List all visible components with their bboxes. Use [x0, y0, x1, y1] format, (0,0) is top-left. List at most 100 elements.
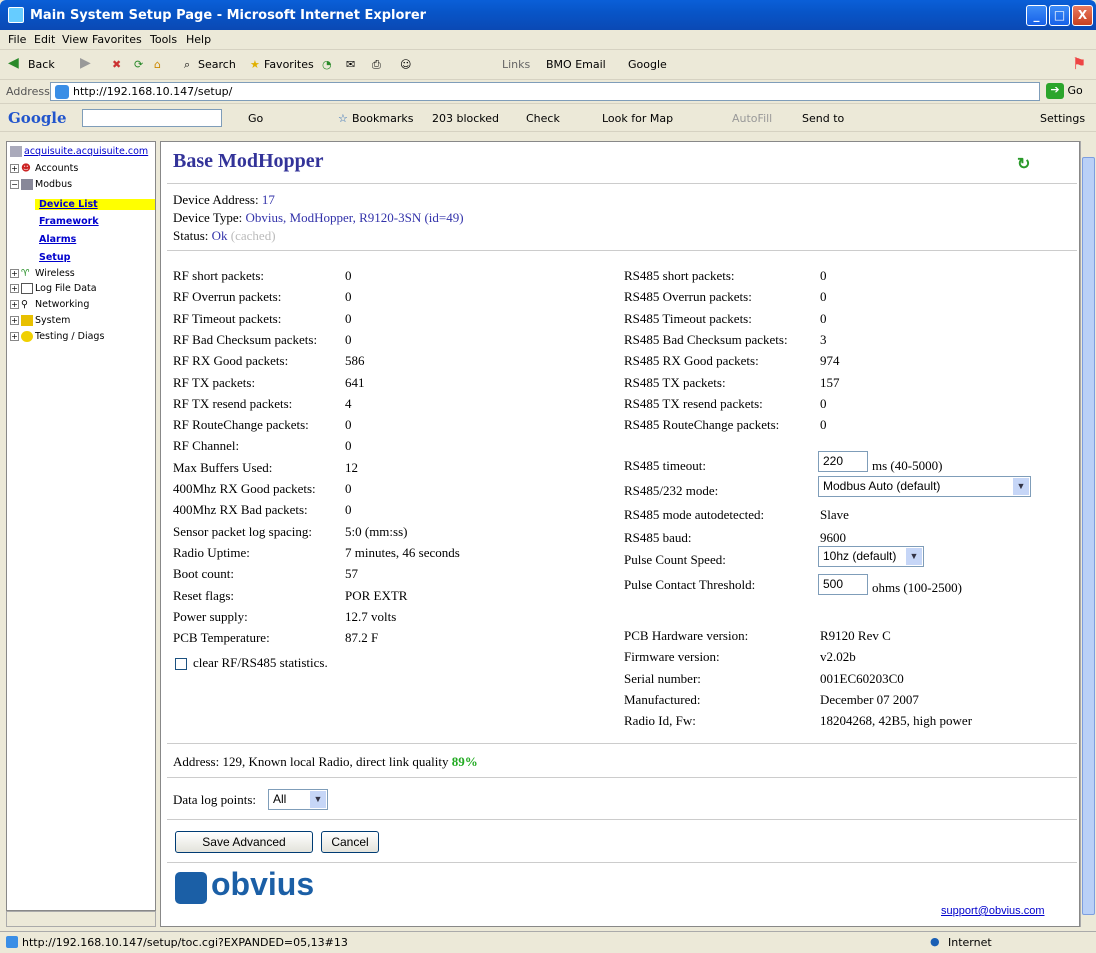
menu-help[interactable]: Help	[186, 33, 211, 46]
rf-stat-value: 12	[345, 459, 358, 475]
refresh-icon[interactable]: ↻	[1017, 154, 1030, 174]
sidebar-item-device-list[interactable]: Device List	[35, 199, 155, 210]
google-toolbar: Google Go ☆ Bookmarks 203 blocked Check …	[0, 104, 1096, 132]
support-email-link[interactable]: support@obvius.com	[941, 905, 1045, 917]
hw-info-value: v2.02b	[820, 649, 856, 665]
sidebar-item-system[interactable]: + System	[10, 315, 70, 326]
maximize-button[interactable]: □	[1049, 5, 1070, 26]
tree-root-label[interactable]: acquisuite.acquisuite.com	[24, 146, 148, 157]
search-button[interactable]: Search	[198, 58, 236, 71]
scrollbar-thumb[interactable]	[1082, 157, 1095, 915]
address-input[interactable]: http://192.168.10.147/setup/	[50, 82, 1040, 101]
left-horizontal-scrollbar[interactable]	[6, 911, 156, 927]
back-icon[interactable]: ◀	[8, 55, 19, 71]
rs485-stat-value: 974	[820, 353, 840, 369]
send-to-button[interactable]: Send to	[802, 112, 844, 125]
sidebar-item-setup[interactable]: Setup	[39, 252, 70, 263]
clear-stats-checkbox[interactable]	[175, 658, 187, 670]
bookmarks-button[interactable]: Bookmarks	[352, 112, 413, 125]
address-url: http://192.168.10.147/setup/	[73, 85, 233, 98]
main-content: Base ModHopper ↻ Device Address: 17 Devi…	[160, 141, 1080, 927]
check-button[interactable]: Check	[526, 112, 560, 125]
rf-stat-label: RF Channel:	[173, 438, 240, 454]
google-search-input[interactable]	[82, 109, 222, 127]
forward-icon[interactable]: ▶	[80, 55, 91, 71]
data-log-select[interactable]: All ▼	[268, 789, 328, 810]
close-button[interactable]: X	[1072, 5, 1093, 26]
go-button[interactable]: ➔ Go	[1046, 83, 1083, 99]
rs485-mode-select[interactable]: Modbus Auto (default) ▼	[818, 476, 1031, 497]
google-logo[interactable]: Google	[8, 109, 67, 127]
sidebar-item-log-file-data[interactable]: + Log File Data	[10, 283, 97, 294]
status-bar: http://192.168.10.147/setup/toc.cgi?EXPA…	[0, 931, 1096, 953]
autofill-button[interactable]: AutoFill	[732, 112, 772, 125]
cancel-button[interactable]: Cancel	[321, 831, 379, 853]
rf-stat-label: 400Mhz RX Good packets:	[173, 481, 316, 496]
bmo-email-link[interactable]: BMO Email	[546, 58, 606, 71]
rs485-timeout-input[interactable]: 220	[818, 451, 868, 472]
tree-root[interactable]: acquisuite.acquisuite.com	[10, 146, 148, 157]
sidebar-item-testing-diags[interactable]: + Testing / Diags	[10, 331, 104, 342]
obvius-logo-mark	[175, 872, 207, 904]
data-log-value: All	[273, 792, 287, 806]
vertical-scrollbar[interactable]	[1080, 141, 1096, 927]
device-address: Device Address: 17	[173, 192, 275, 207]
rs485-baud-value: 9600	[820, 530, 846, 545]
rf-stat-label: Radio Uptime:	[173, 544, 250, 560]
system-icon	[21, 315, 33, 326]
go-label: Go	[1067, 84, 1083, 97]
menu-view[interactable]: View	[62, 33, 88, 46]
sidebar-item-wireless[interactable]: + ♈ Wireless	[10, 268, 75, 279]
popup-blocked[interactable]: 203 blocked	[432, 112, 499, 125]
google-go-button[interactable]: Go	[248, 112, 263, 125]
rs485-baud-label: RS485 baud:	[624, 530, 692, 545]
settings-button[interactable]: Settings	[1040, 112, 1085, 125]
hw-info-label: PCB Hardware version:	[624, 628, 749, 643]
rs485-stat-value: 0	[820, 268, 827, 283]
pulse-speed-select[interactable]: 10hz (default) ▼	[818, 546, 924, 567]
data-log-label: Data log points:	[173, 792, 257, 807]
search-icon[interactable]: ⌕	[184, 58, 190, 72]
hw-info-value: December 07 2007	[820, 691, 919, 707]
sidebar-item-alarms[interactable]: Alarms	[39, 234, 76, 245]
wireless-icon: ♈	[21, 268, 30, 279]
links-label: Links	[502, 58, 531, 71]
users-icon: ☻	[21, 163, 31, 174]
print-icon[interactable]: ⎙	[372, 58, 381, 72]
menu-file[interactable]: File	[8, 33, 26, 46]
page-icon	[55, 85, 69, 99]
rf-stat-label: RF TX packets:	[173, 374, 256, 390]
divider	[167, 862, 1077, 863]
sidebar-item-accounts[interactable]: + ☻ Accounts	[10, 163, 78, 174]
sidebar-item-framework[interactable]: Framework	[39, 216, 99, 227]
refresh-icon[interactable]: ⟳	[134, 58, 143, 71]
pulse-threshold-unit: ohms (100-2500)	[872, 580, 962, 595]
mail-icon[interactable]: ✉	[346, 58, 355, 71]
log-file-icon	[21, 283, 33, 294]
rf-stat-value: 0	[345, 438, 352, 454]
look-for-map-button[interactable]: Look for Map	[602, 112, 673, 125]
stop-icon[interactable]: ✖	[112, 58, 121, 71]
bookmark-star-icon[interactable]: ☆	[338, 112, 348, 125]
rf-stat-value: 586	[345, 353, 365, 369]
save-advanced-button[interactable]: Save Advanced	[175, 831, 313, 853]
pulse-threshold-input[interactable]: 500	[818, 574, 868, 595]
menu-edit[interactable]: Edit	[34, 33, 55, 46]
minimize-button[interactable]: _	[1026, 5, 1047, 26]
divider	[167, 250, 1077, 251]
device-type: Device Type: Obvius, ModHopper, R9120-3S…	[173, 210, 464, 225]
favorites-button[interactable]: Favorites	[264, 58, 314, 71]
history-icon[interactable]: ◔	[322, 58, 332, 71]
rf-stat-value: 0	[345, 417, 352, 433]
favorites-icon[interactable]: ★	[250, 58, 260, 71]
home-icon[interactable]: ⌂	[154, 58, 161, 71]
sidebar-item-modbus[interactable]: − Modbus	[10, 179, 72, 190]
messenger-icon[interactable]: ☺	[400, 58, 411, 71]
rf-stat-label: RF short packets:	[173, 268, 264, 283]
back-button[interactable]: Back	[28, 58, 55, 71]
menu-tools[interactable]: Tools	[150, 33, 177, 46]
sidebar-item-networking[interactable]: + ⚲ Networking	[10, 299, 89, 310]
google-link[interactable]: Google	[628, 58, 667, 71]
menu-favorites[interactable]: Favorites	[92, 33, 142, 46]
page-icon	[6, 936, 18, 948]
